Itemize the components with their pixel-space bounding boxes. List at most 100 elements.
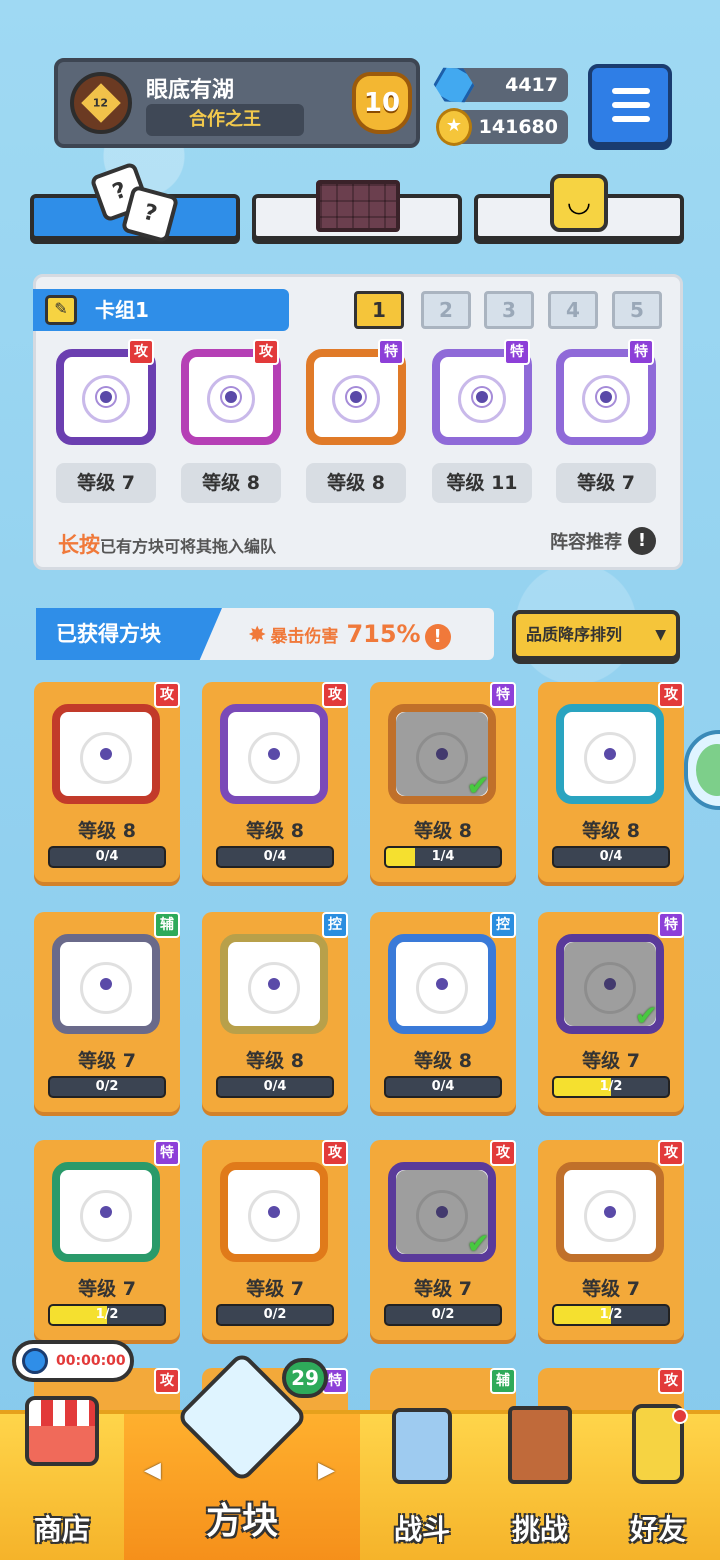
- nav-friends[interactable]: 好友: [596, 1404, 720, 1560]
- nav-battle[interactable]: 战斗: [360, 1408, 484, 1560]
- tab-emote[interactable]: ◡: [474, 174, 684, 240]
- cube-level: 等级 8: [414, 1050, 472, 1072]
- cube-level: 等级 7: [414, 1278, 472, 1300]
- cube-type-tag: 特: [504, 339, 530, 365]
- event-timer[interactable]: 00:00:00: [12, 1340, 134, 1382]
- info-icon: !: [424, 624, 451, 650]
- coin-counter[interactable]: ★ 141680: [436, 108, 568, 146]
- timer-value: 00:00:00: [56, 1353, 126, 1369]
- cube-type-tag: 辅: [154, 912, 180, 938]
- cube-level: 等级 7: [78, 1278, 136, 1300]
- gem-counter[interactable]: 4417: [444, 68, 568, 102]
- cube-type-tag: 攻: [253, 339, 279, 365]
- cube-art: [556, 1150, 664, 1262]
- cube-card[interactable]: 特 等级 7 1/2: [34, 1140, 180, 1340]
- cube-card[interactable]: ✔ 特 等级 7 1/2: [538, 912, 684, 1112]
- deck-slot-2[interactable]: 2: [421, 291, 471, 329]
- menu-button[interactable]: [588, 64, 672, 146]
- upgrade-progress-text: 1/2: [95, 1307, 119, 1322]
- rank-badge-icon[interactable]: 10: [352, 72, 412, 134]
- chevron-left-icon[interactable]: ◀: [144, 1458, 161, 1483]
- player-name: 眼底有湖: [146, 78, 235, 103]
- cube-card[interactable]: 攻 等级 8 0/4: [538, 682, 684, 882]
- cube-card[interactable]: 控 等级 8 0/4: [370, 912, 516, 1112]
- cube-level: 等级 7: [246, 1278, 304, 1300]
- cube-level: 等级 8: [78, 820, 136, 842]
- cube-core-icon: [347, 388, 365, 406]
- upgrade-progress-text: 0/4: [263, 849, 287, 864]
- nav-shop[interactable]: 商店: [0, 1396, 124, 1560]
- nav-challenge-label: 挑战: [511, 1513, 568, 1546]
- bottom-nav: 商店 方块 战斗 挑战 好友: [0, 1350, 720, 1560]
- upgrade-progress: 0/4: [216, 1076, 334, 1098]
- hint-text: 已有方块可将其拖入编队: [100, 537, 277, 556]
- upgrade-progress: 0/2: [384, 1304, 502, 1326]
- upgrade-progress-text: 1/4: [431, 849, 455, 864]
- nav-challenge[interactable]: 挑战: [484, 1406, 596, 1560]
- cube-type-tag: 特: [154, 1140, 180, 1166]
- cube-card-partial[interactable]: 辅: [370, 1368, 516, 1410]
- deck-card-level: 等级 7: [556, 463, 656, 503]
- upgrade-progress: 1/2: [552, 1304, 670, 1326]
- tab-board[interactable]: [252, 180, 462, 240]
- coin-icon: ★: [436, 108, 472, 146]
- upgrade-progress: 0/4: [384, 1076, 502, 1098]
- sort-dropdown[interactable]: 品质降序排列 ▼: [512, 610, 680, 660]
- cube-core-icon: [265, 745, 283, 763]
- deck-slot-4[interactable]: 4: [548, 291, 598, 329]
- deck-card[interactable]: 攻: [181, 337, 281, 447]
- cube-card[interactable]: 攻 等级 8 0/4: [202, 682, 348, 882]
- deck-card[interactable]: 特: [556, 337, 656, 447]
- upgrade-progress: 1/4: [384, 846, 502, 868]
- nav-cubes[interactable]: 方块: [124, 1350, 360, 1560]
- upgrade-progress: 0/2: [216, 1304, 334, 1326]
- upgrade-progress-text: 0/2: [95, 1079, 119, 1094]
- deck-header[interactable]: ✎ 卡组1: [33, 289, 289, 331]
- cube-card[interactable]: 攻 等级 7 0/2: [202, 1140, 348, 1340]
- burst-icon: ✸: [248, 623, 267, 648]
- avatar-level: 12: [93, 96, 109, 110]
- deck-card-level: 等级 11: [432, 463, 532, 503]
- deck-card-level: 等级 8: [306, 463, 406, 503]
- upgrade-progress-text: 0/4: [599, 849, 623, 864]
- deck-card[interactable]: 攻: [56, 337, 156, 447]
- signpost-icon: [508, 1406, 572, 1484]
- cube-card[interactable]: 攻 等级 7 1/2: [538, 1140, 684, 1340]
- cube-art: ✔: [388, 1150, 496, 1262]
- dice-icon: ?: [120, 184, 180, 244]
- cube-type-tag: 攻: [490, 1140, 516, 1166]
- upgrade-progress: 0/4: [48, 846, 166, 868]
- nav-cubes-label: 方块: [205, 1501, 278, 1542]
- deck-slot-5[interactable]: 5: [612, 291, 662, 329]
- cube-card[interactable]: ✔ 特 等级 8 1/4: [370, 682, 516, 882]
- deck-card[interactable]: 特: [432, 337, 532, 447]
- avatar[interactable]: 12: [70, 72, 132, 134]
- cube-type-tag: 攻: [658, 1140, 684, 1166]
- chevron-right-icon[interactable]: ▶: [318, 1458, 335, 1483]
- lineup-recommend-button[interactable]: 阵容推荐 !: [550, 527, 656, 555]
- cube-core-icon: [473, 388, 491, 406]
- deck-card[interactable]: 特: [306, 337, 406, 447]
- player-profile[interactable]: 12 眼底有湖 合作之王 10: [54, 58, 420, 148]
- tab-dice[interactable]: ? ?: [30, 161, 240, 244]
- notification-dot: [672, 1408, 688, 1424]
- checkmark-icon: ✔: [466, 769, 490, 802]
- hint-emphasis: 长按: [58, 533, 100, 557]
- cube-card[interactable]: 攻 等级 8 0/4: [34, 682, 180, 882]
- cube-core-icon: [222, 388, 240, 406]
- edit-pencil-icon[interactable]: ✎: [45, 295, 77, 325]
- crit-damage[interactable]: ✸ 暴击伤害 715%!: [248, 608, 451, 660]
- cube-level: 等级 8: [414, 820, 472, 842]
- cube-card[interactable]: 控 等级 8 0/4: [202, 912, 348, 1112]
- cube-core-icon: [265, 975, 283, 993]
- cube-type-tag: 特: [378, 339, 404, 365]
- cube-card[interactable]: ✔ 攻 等级 7 0/2: [370, 1140, 516, 1340]
- cube-card[interactable]: 辅 等级 7 0/2: [34, 912, 180, 1112]
- deck-slot-3[interactable]: 3: [484, 291, 534, 329]
- cube-core-icon: [265, 1203, 283, 1221]
- cube-frame: [220, 1162, 328, 1262]
- deck-slot-1[interactable]: 1: [354, 291, 404, 329]
- cube-art: ✔: [556, 922, 664, 1034]
- menu-icon: [612, 88, 650, 94]
- cube-level: 等级 8: [246, 820, 304, 842]
